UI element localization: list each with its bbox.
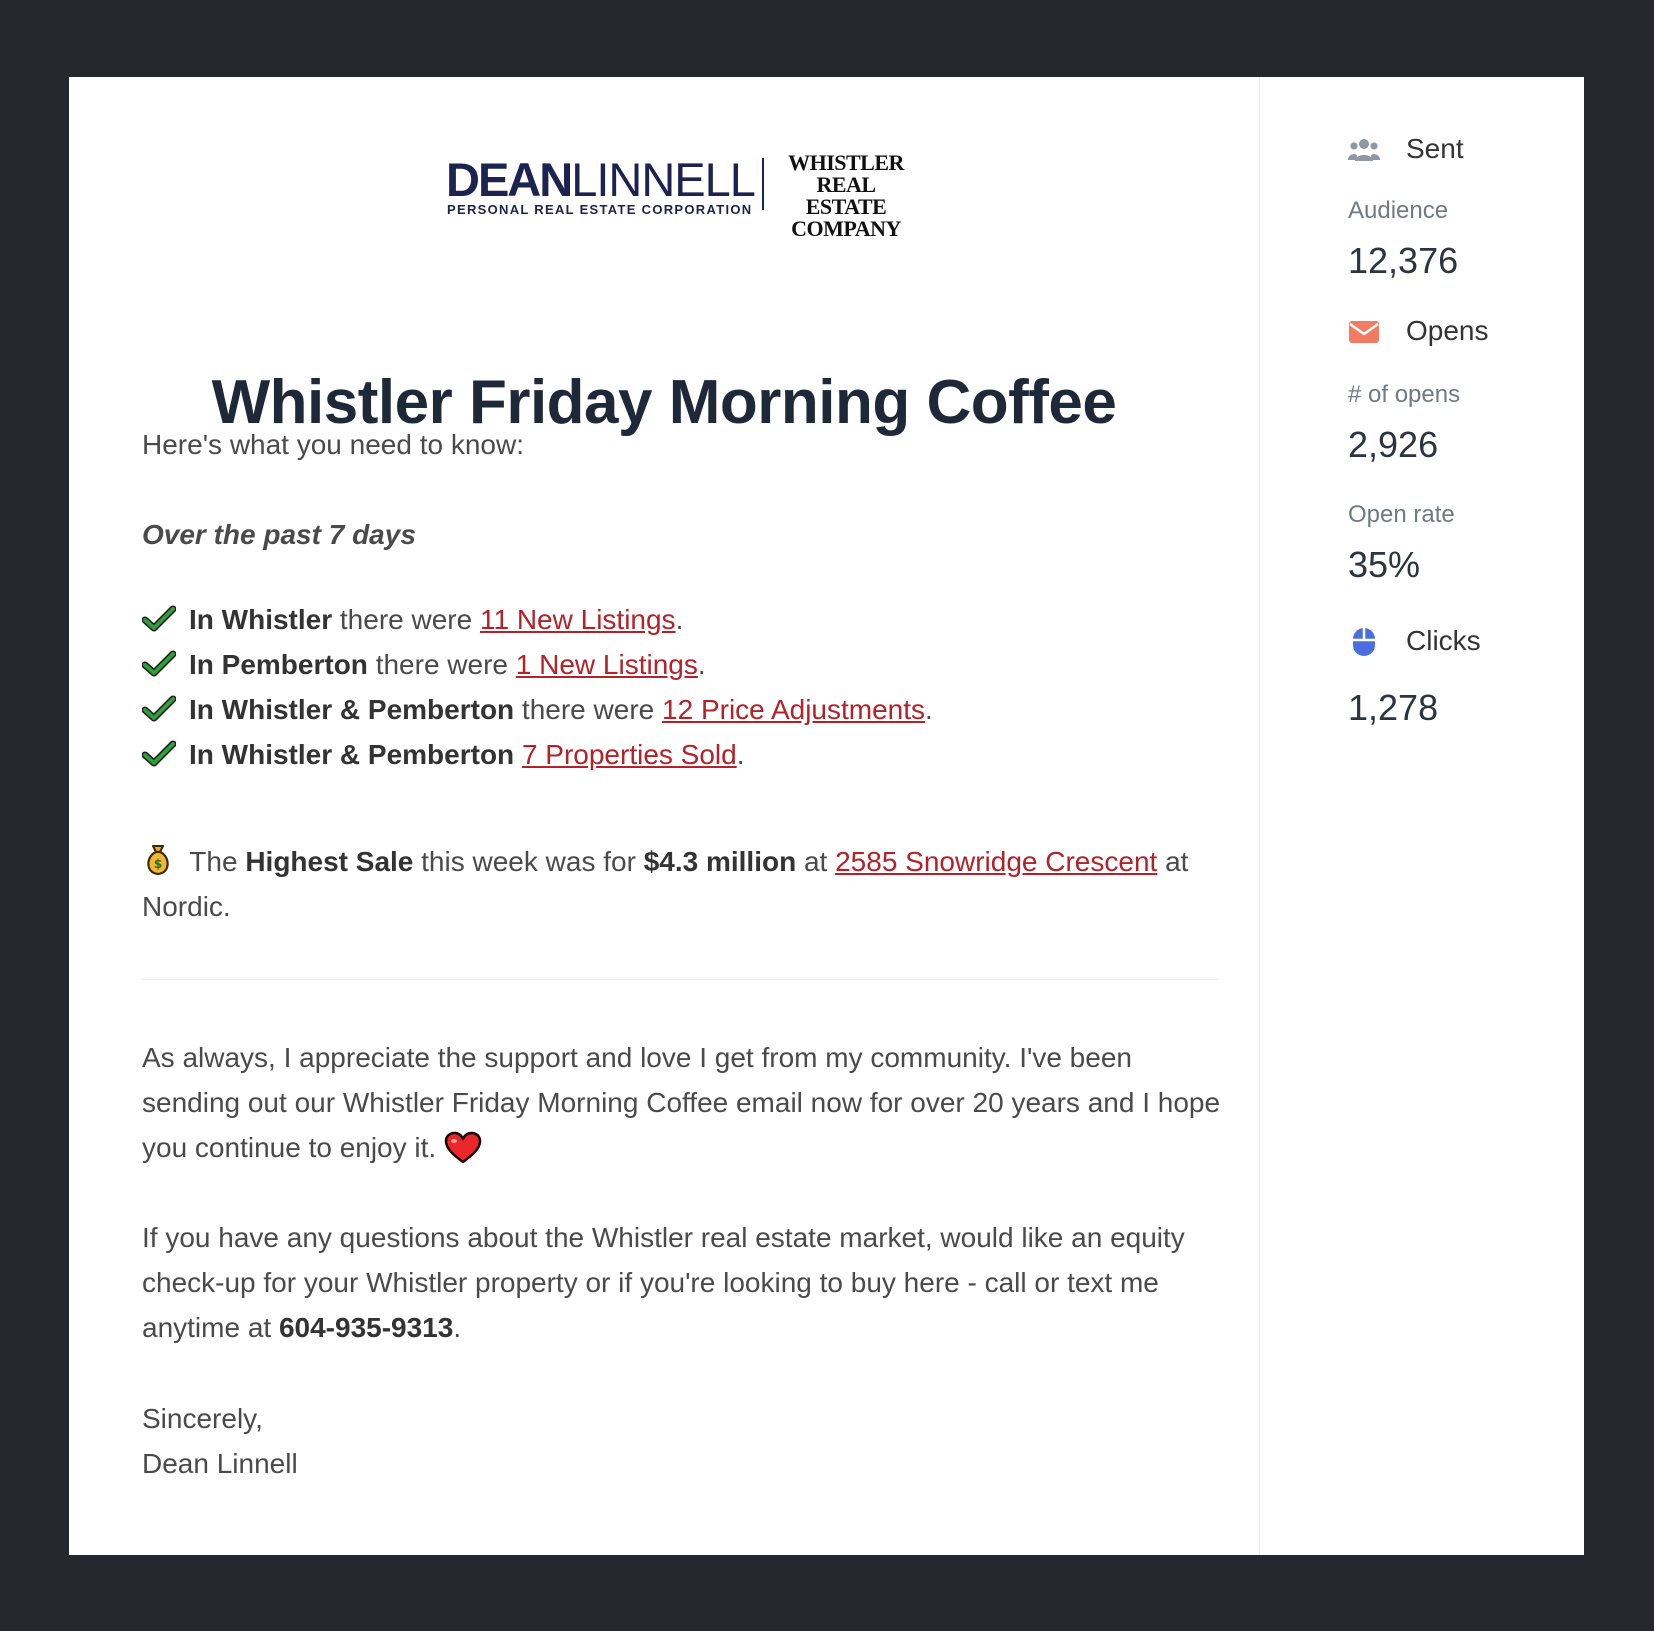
brand-logo: DEANLINNELL PERSONAL REAL ESTATE CORPORA… bbox=[446, 152, 916, 240]
intro-text: Here's what you need to know: bbox=[142, 429, 525, 460]
open-rate-label: Open rate bbox=[1348, 501, 1455, 528]
highest-sale-address-link[interactable]: 2585 Snowridge Crescent bbox=[835, 846, 1157, 877]
properties-sold-link[interactable]: 7 Properties Sold bbox=[522, 739, 737, 770]
open-rate-value: 35% bbox=[1348, 544, 1421, 585]
appreciation-paragraph: As always, I appreciate the support and … bbox=[142, 1042, 1221, 1164]
email-preview: DEANLINNELL PERSONAL REAL ESTATE CORPORA… bbox=[69, 77, 1259, 1555]
logo-name: DEANLINNELL bbox=[446, 153, 756, 206]
audience-label: Audience bbox=[1348, 197, 1449, 224]
phone-number: 604-935-9313 bbox=[278, 1312, 454, 1343]
mouse-icon bbox=[1353, 628, 1375, 656]
num-opens-label: # of opens bbox=[1348, 381, 1461, 408]
list-item: In Pemberton there were 1 New Listings. bbox=[142, 649, 706, 681]
svg-text:$: $ bbox=[154, 857, 162, 871]
email-title: Whistler Friday Morning Coffee bbox=[211, 368, 1117, 437]
checkmark-icon bbox=[142, 695, 176, 722]
checkmark-icon bbox=[142, 650, 176, 677]
new-listings-pemberton-link[interactable]: 1 New Listings bbox=[516, 649, 698, 680]
signoff: Sincerely, Dean Linnell bbox=[142, 1403, 298, 1479]
signature: Dean Linnell bbox=[142, 1448, 298, 1479]
logo-tagline: PERSONAL REAL ESTATE CORPORATION bbox=[447, 202, 753, 217]
price-adjustments-link[interactable]: 12 Price Adjustments bbox=[662, 694, 925, 725]
num-opens-value: 2,926 bbox=[1348, 424, 1439, 465]
heart-icon bbox=[444, 1131, 482, 1164]
stats-sidebar: Sent Audience 12,376 Opens # of opens 2,… bbox=[1259, 77, 1585, 1555]
envelope-icon bbox=[1349, 321, 1379, 343]
logo-divider bbox=[762, 158, 764, 210]
list-item: In Whistler there were 11 New Listings. bbox=[142, 604, 683, 636]
clicks-value: 1,278 bbox=[1348, 687, 1439, 728]
people-icon bbox=[1348, 139, 1380, 161]
email-report-card: DEANLINNELL PERSONAL REAL ESTATE CORPORA… bbox=[69, 77, 1584, 1555]
audience-value: 12,376 bbox=[1348, 240, 1459, 281]
money-bag-icon: $ bbox=[147, 845, 169, 876]
section-divider bbox=[142, 979, 1218, 980]
list-item: In Whistler & Pemberton there were 12 Pr… bbox=[142, 694, 933, 726]
contact-paragraph: If you have any questions about the Whis… bbox=[142, 1222, 1185, 1343]
checkmark-icon bbox=[142, 605, 176, 632]
list-item: In Whistler & Pemberton 7 Properties Sol… bbox=[142, 739, 745, 771]
period-heading: Over the past 7 days bbox=[142, 519, 416, 550]
logo-company: WHISTLER REAL ESTATE COMPANY bbox=[788, 150, 904, 241]
checkmark-icon bbox=[142, 740, 176, 767]
new-listings-whistler-link[interactable]: 11 New Listings bbox=[480, 604, 676, 635]
highest-sale-text: $ The Highest Sale this week was for $4.… bbox=[142, 839, 1202, 929]
